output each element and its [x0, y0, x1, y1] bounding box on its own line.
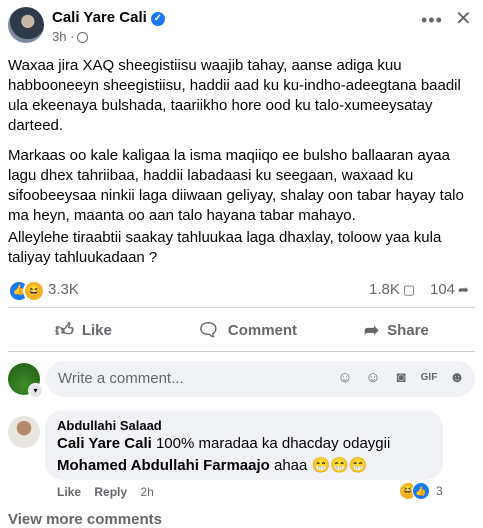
mention-link[interactable]: Cali Yare Cali: [57, 435, 152, 452]
comment-like-button[interactable]: Like: [57, 485, 81, 499]
comment-reply-button[interactable]: Reply: [94, 485, 127, 499]
more-icon[interactable]: •••: [421, 10, 443, 31]
sticker-icon[interactable]: ☻: [448, 369, 466, 387]
divider: [8, 307, 475, 308]
post-paragraph-3: Alleylehe tiraabtii saakay tahluukaa lag…: [8, 229, 442, 266]
comment-time[interactable]: 2h: [140, 485, 153, 499]
share-button[interactable]: ➦ Share: [364, 311, 429, 349]
comment-button[interactable]: 🗨︎ Comment: [197, 311, 297, 349]
reaction-count[interactable]: 3.3K: [48, 281, 79, 298]
composer-icons: ☺ ☺ ◙ GIF ☻: [336, 369, 466, 387]
share-count: 104: [430, 281, 456, 298]
comment-line-2: Mohamed Abdullahi Farmaajo ahaa 😁😁😁: [57, 456, 368, 474]
post-stats: 👍 😆 3.3K 1.8K ▢ 104 ➦: [8, 280, 475, 302]
comment-line-1: Cali Yare Cali 100% maradaa ka dhacday o…: [57, 435, 390, 452]
avatar-sticker-icon[interactable]: ☺: [336, 369, 354, 387]
post-meta: 3h ·: [52, 29, 89, 44]
gif-icon[interactable]: GIF: [420, 369, 438, 387]
comment-reaction-count: 3: [436, 484, 443, 498]
commenter-avatar[interactable]: [8, 416, 40, 448]
like-button[interactable]: 👍︎ Like: [55, 311, 112, 349]
share-count-icon: ➦: [458, 282, 469, 297]
commenter-name[interactable]: Abdullahi Salaad: [57, 418, 162, 433]
verified-icon: ✓: [150, 12, 165, 26]
comment-input[interactable]: Write a comment... ☺ ☺ ◙ GIF ☻: [46, 361, 475, 397]
camera-icon[interactable]: ◙: [392, 369, 410, 387]
post-paragraph-1: Waxaa jira XAQ sheegistiisu waajib tahay…: [8, 57, 461, 134]
action-bar: 👍︎ Like 🗨︎ Comment ➦ Share: [8, 311, 475, 349]
close-icon[interactable]: ✕: [455, 6, 472, 31]
share-icon: ➦: [364, 319, 380, 340]
comment-bubble: Abdullahi Salaad Cali Yare Cali 100% mar…: [45, 410, 443, 480]
comment-placeholder: Write a comment...: [58, 370, 184, 387]
author-name[interactable]: Cali Yare Cali: [52, 9, 147, 26]
divider: [8, 351, 475, 352]
comment-footer: Like Reply 2h: [57, 485, 164, 499]
comment-composer: ▾ Write a comment... ☺ ☺ ◙ GIF ☻: [0, 359, 483, 399]
comment-text-2: ahaa 😁😁😁: [269, 457, 368, 474]
haha-icon[interactable]: 😆: [23, 280, 45, 302]
like-icon: 👍: [412, 482, 430, 500]
like-icon: 👍︎: [55, 320, 74, 340]
comment-count-wrap[interactable]: 1.8K ▢: [369, 281, 415, 298]
comment-icon: 🗨︎: [197, 319, 220, 340]
post-paragraph-2: Markaas oo kale kaligaa la isma maqiiqo …: [8, 147, 464, 224]
globe-icon: [77, 32, 89, 43]
author-avatar[interactable]: [8, 7, 44, 43]
share-count-wrap[interactable]: 104 ➦: [430, 281, 469, 298]
chevron-down-icon[interactable]: ▾: [28, 383, 43, 398]
view-more-comments[interactable]: View more comments: [8, 511, 162, 528]
mention-link[interactable]: Mohamed Abdullahi Farmaajo: [57, 457, 270, 474]
post-time[interactable]: 3h: [52, 29, 66, 44]
comment-count: 1.8K: [369, 281, 400, 298]
comment-count-icon: ▢: [402, 282, 416, 297]
share-label: Share: [387, 321, 429, 339]
like-label: Like: [81, 321, 112, 339]
author-name-row: Cali Yare Cali ✓: [52, 9, 165, 26]
post-header: Cali Yare Cali ✓ 3h · ••• ✕: [0, 0, 483, 48]
comment-label: Comment: [227, 321, 298, 339]
comment-text-1: 100% maradaa ka dhacday odaygii: [151, 435, 391, 452]
emoji-icon[interactable]: ☺: [364, 369, 382, 387]
